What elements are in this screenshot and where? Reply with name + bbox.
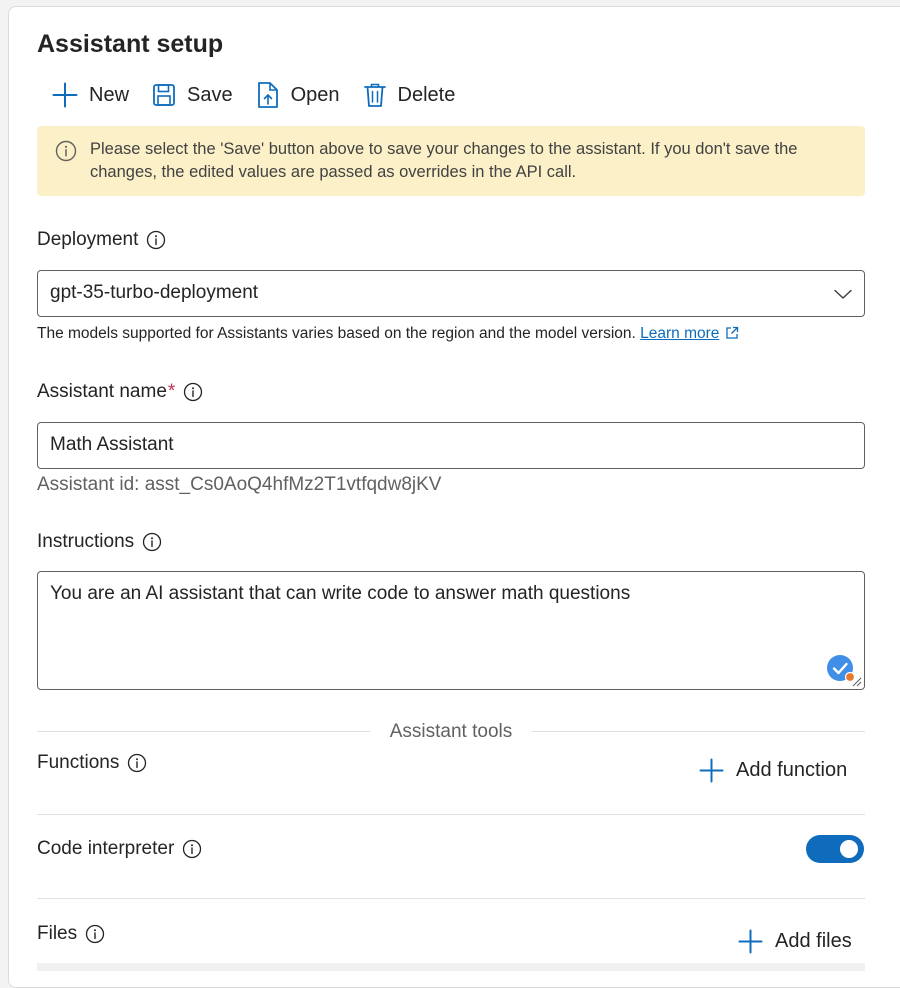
chevron-down-icon bbox=[834, 289, 852, 299]
deployment-hint: The models supported for Assistants vari… bbox=[37, 325, 739, 343]
instructions-label-text: Instructions bbox=[37, 531, 135, 552]
deployment-selected-value: gpt-35-turbo-deployment bbox=[50, 282, 259, 303]
deployment-label-text: Deployment bbox=[37, 229, 139, 250]
deployment-label: Deployment bbox=[37, 229, 166, 251]
page-title: Assistant setup bbox=[37, 30, 224, 58]
functions-label-text: Functions bbox=[37, 752, 120, 773]
code-interpreter-label-text: Code interpreter bbox=[37, 838, 175, 859]
files-list-area bbox=[37, 963, 865, 971]
code-interpreter-info-icon[interactable] bbox=[182, 839, 202, 859]
toolbar: New Save Open Delete bbox=[52, 80, 478, 110]
code-interpreter-label: Code interpreter bbox=[37, 838, 202, 860]
plus-icon bbox=[738, 929, 763, 954]
delete-button-label: Delete bbox=[397, 83, 456, 106]
assistant-id: Assistant id: asst_Cs0AoQ4hfMz2T1vtfqdw8… bbox=[37, 474, 442, 495]
deployment-info-icon[interactable] bbox=[146, 230, 166, 250]
files-info-icon[interactable] bbox=[85, 924, 105, 944]
save-warning-banner: Please select the 'Save' button above to… bbox=[37, 126, 865, 196]
save-button[interactable]: Save bbox=[152, 80, 233, 110]
save-button-label: Save bbox=[187, 83, 233, 106]
trash-icon bbox=[363, 83, 386, 107]
add-files-label: Add files bbox=[775, 930, 852, 952]
open-button[interactable]: Open bbox=[256, 80, 340, 110]
open-button-label: Open bbox=[290, 83, 340, 106]
assistant-tools-title: Assistant tools bbox=[389, 721, 513, 742]
plus-icon bbox=[699, 758, 724, 783]
deployment-select[interactable]: gpt-35-turbo-deployment bbox=[37, 270, 865, 317]
add-files-button[interactable]: Add files bbox=[738, 929, 852, 954]
toggle-knob bbox=[840, 840, 858, 858]
divider-code-interpreter bbox=[37, 898, 865, 899]
plus-icon bbox=[52, 82, 78, 108]
assistant-name-value: Math Assistant bbox=[50, 434, 174, 455]
assistant-name-label-text: Assistant name bbox=[37, 381, 167, 402]
instructions-label: Instructions bbox=[37, 531, 162, 553]
assistant-name-input[interactable]: Math Assistant bbox=[37, 422, 865, 469]
add-function-label: Add function bbox=[736, 759, 848, 781]
assistant-name-info-icon[interactable] bbox=[183, 382, 203, 402]
files-label-text: Files bbox=[37, 923, 78, 944]
open-file-icon bbox=[257, 82, 278, 108]
add-function-button[interactable]: Add function bbox=[699, 758, 847, 783]
learn-more-label: Learn more bbox=[640, 325, 720, 342]
resize-handle-icon[interactable] bbox=[851, 676, 862, 687]
divider-left bbox=[37, 731, 370, 732]
assistant-name-label: Assistant name * bbox=[37, 381, 203, 403]
code-interpreter-toggle[interactable] bbox=[806, 835, 864, 863]
instructions-info-icon[interactable] bbox=[142, 532, 162, 552]
divider-functions bbox=[37, 814, 865, 815]
deployment-hint-text: The models supported for Assistants vari… bbox=[37, 325, 636, 342]
divider-right bbox=[532, 731, 865, 732]
banner-message: Please select the 'Save' button above to… bbox=[90, 140, 798, 181]
new-button-label: New bbox=[89, 83, 130, 106]
required-indicator: * bbox=[167, 381, 176, 402]
functions-label: Functions bbox=[37, 752, 147, 774]
new-button[interactable]: New bbox=[52, 80, 129, 110]
learn-more-link[interactable]: Learn more bbox=[640, 325, 719, 342]
files-label: Files bbox=[37, 923, 105, 945]
delete-button[interactable]: Delete bbox=[363, 80, 456, 110]
info-icon bbox=[55, 140, 77, 162]
save-icon bbox=[153, 84, 175, 106]
external-link-icon bbox=[726, 326, 739, 339]
functions-info-icon[interactable] bbox=[127, 753, 147, 773]
instructions-value: You are an AI assistant that can write c… bbox=[50, 583, 631, 604]
instructions-textarea[interactable]: You are an AI assistant that can write c… bbox=[37, 571, 865, 690]
